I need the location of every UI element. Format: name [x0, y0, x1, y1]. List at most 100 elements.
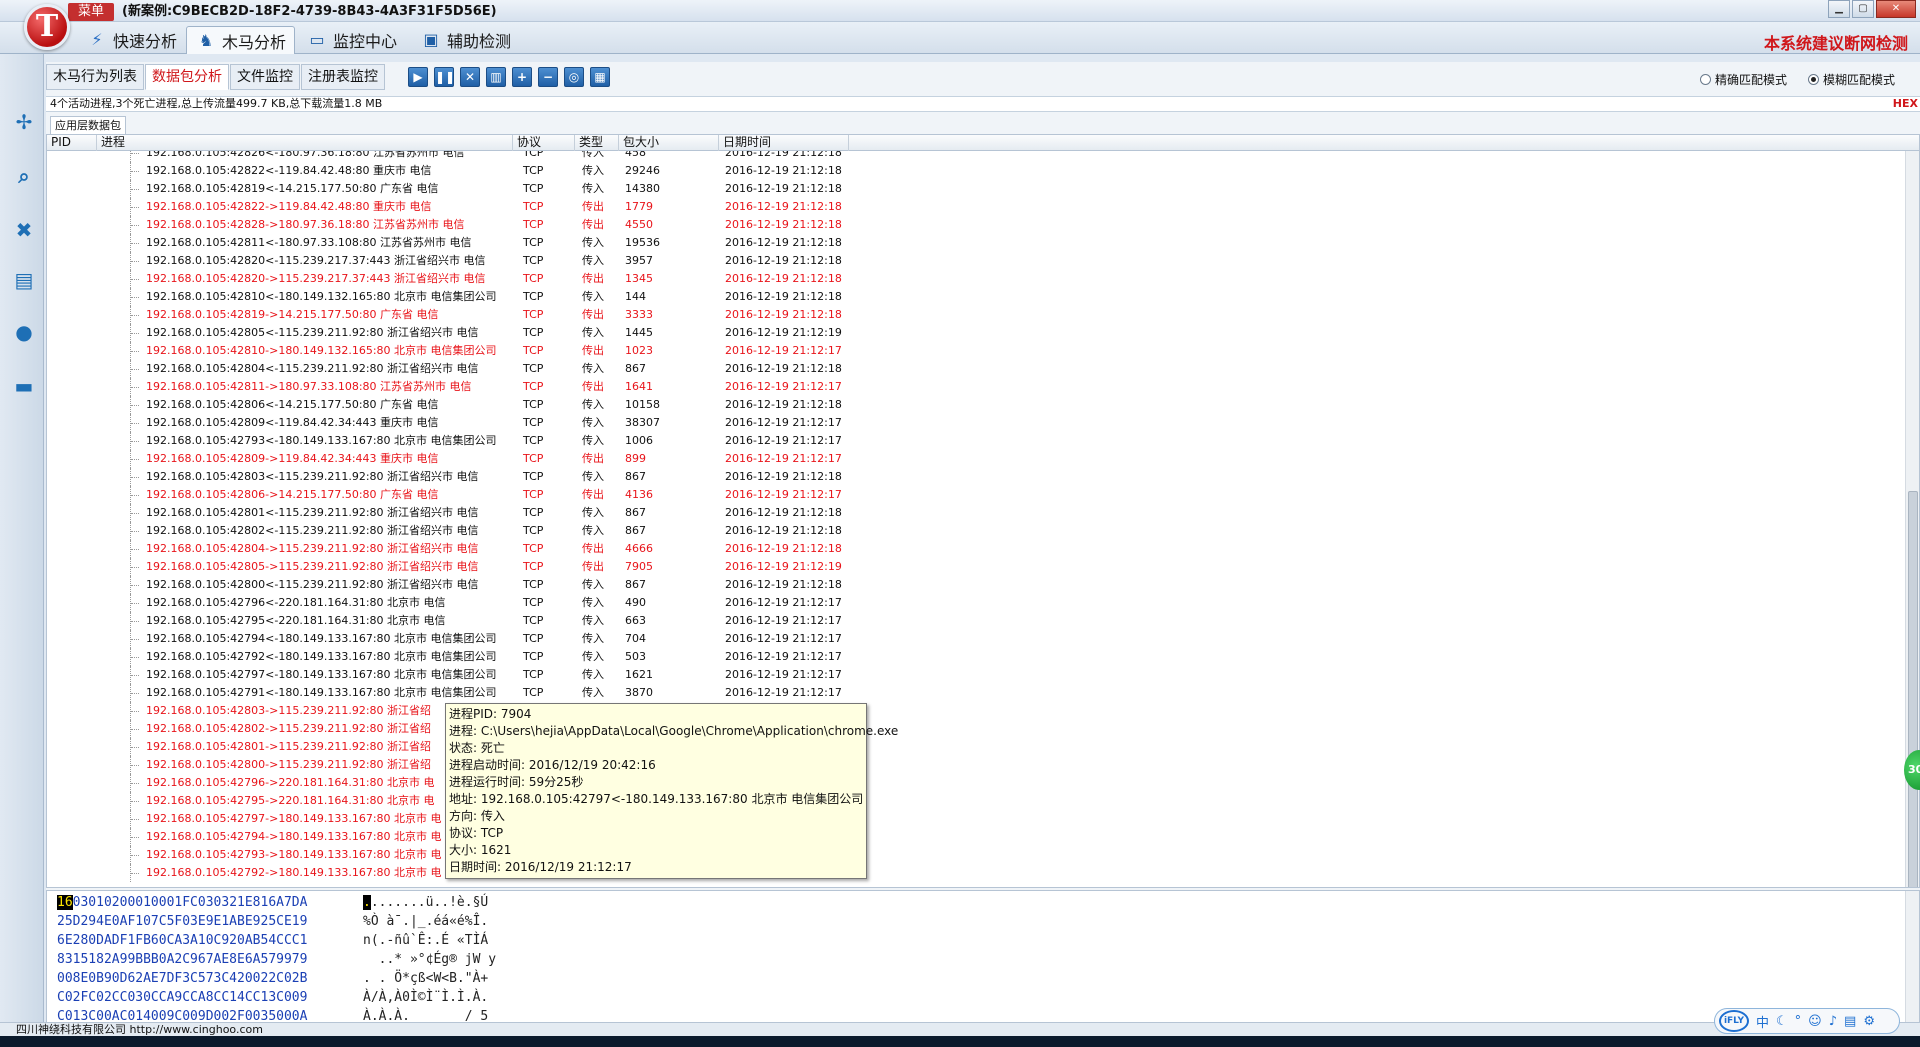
table-row[interactable]: 192.168.0.105:42820->115.239.217.37:443 …	[47, 270, 1867, 288]
emoji-icon[interactable]: ☺	[1808, 1014, 1822, 1029]
tab-packet-analysis[interactable]: 数据包分析	[145, 64, 229, 90]
tab-aux-detection[interactable]: ▣ 辅助检测	[412, 26, 519, 54]
fan-icon[interactable]: ✢	[12, 110, 36, 134]
table-row[interactable]: 192.168.0.105:42822->119.84.42.48:80 重庆市…	[47, 198, 1867, 216]
chat-icon[interactable]: ▬	[12, 374, 36, 398]
table-row[interactable]: 192.168.0.105:42794->180.149.133.167:80 …	[47, 828, 1867, 846]
table-row[interactable]: 192.168.0.105:42828->180.97.36.18:80 江苏省…	[47, 216, 1867, 234]
table-row[interactable]: 192.168.0.105:42792->180.149.133.167:80 …	[47, 864, 1867, 882]
play-icon[interactable]: ▶	[408, 67, 428, 87]
table-row[interactable]: 192.168.0.105:42804->115.239.211.92:80 浙…	[47, 540, 1867, 558]
col-size[interactable]: 包大小	[619, 135, 719, 151]
table-row[interactable]: 192.168.0.105:42793<-180.149.133.167:80 …	[47, 432, 1867, 450]
screen-icon[interactable]: ▤	[12, 268, 36, 292]
keyboard-icon[interactable]: ▤	[1844, 1014, 1856, 1029]
hex-scrollbar[interactable]	[1905, 891, 1919, 1031]
col-datetime[interactable]: 日期时间	[719, 135, 849, 151]
table-row[interactable]: 192.168.0.105:42820<-115.239.217.37:443 …	[47, 252, 1867, 270]
hex-line[interactable]: 008E0B90D62AE7DF3C573C420022C02B	[57, 969, 307, 988]
scroll-thumb[interactable]	[1908, 491, 1918, 887]
fuzzy-match-mode[interactable]: 模糊匹配模式	[1808, 71, 1895, 88]
punct-icon[interactable]: °	[1795, 1014, 1802, 1029]
table-row[interactable]: 192.168.0.105:42805->115.239.211.92:80 浙…	[47, 558, 1867, 576]
table-row[interactable]: 192.168.0.105:42793->180.149.133.167:80 …	[47, 846, 1867, 864]
maximize-icon[interactable]: ▢	[1852, 0, 1874, 18]
ascii-line[interactable]: %Ò à¯.|_.éá«é%Î.	[363, 912, 496, 931]
search-icon[interactable]: ⌕	[12, 164, 36, 188]
tab-monitor-center[interactable]: ▭ 监控中心	[298, 26, 405, 54]
table-row[interactable]: 192.168.0.105:42810<-180.149.132.165:80 …	[47, 288, 1867, 306]
table-row[interactable]: 192.168.0.105:42801->115.239.211.92:80 浙…	[47, 738, 1867, 756]
table-row[interactable]: 192.168.0.105:42801<-115.239.211.92:80 浙…	[47, 504, 1867, 522]
tab-trojan-behavior-list[interactable]: 木马行为列表	[46, 64, 144, 90]
add-icon[interactable]: +	[512, 67, 532, 87]
table-row[interactable]: 192.168.0.105:42819<-14.215.177.50:80 广东…	[47, 180, 1867, 198]
table-row[interactable]: 192.168.0.105:42819->14.215.177.50:80 广东…	[47, 306, 1867, 324]
ascii-line[interactable]: À/À,À0Ì©Ì¨Ì.Ì.À.	[363, 988, 496, 1007]
col-protocol[interactable]: 协议	[513, 135, 575, 151]
col-process[interactable]: 进程	[97, 135, 513, 151]
col-type[interactable]: 类型	[575, 135, 619, 151]
table-row[interactable]: 192.168.0.105:42792<-180.149.133.167:80 …	[47, 648, 1867, 666]
hex-line[interactable]: 6E280DADF1FB60CA3A10C920AB54CCC1	[57, 931, 307, 950]
panel-icon[interactable]: ▦	[590, 67, 610, 87]
hex-line[interactable]: 8315182A99BBB0A2C967AE8E6A579979	[57, 950, 307, 969]
table-row[interactable]: 192.168.0.105:42791<-180.149.133.167:80 …	[47, 684, 1867, 702]
hex-line[interactable]: C02FC02CC030CCA9CCA8CC14CC13C009	[57, 988, 307, 1007]
exact-match-mode[interactable]: 精确匹配模式	[1700, 71, 1787, 88]
close-icon[interactable]: ✕	[1876, 0, 1916, 18]
hex-cursor[interactable]: 16	[57, 895, 73, 910]
table-row[interactable]: 192.168.0.105:42794<-180.149.133.167:80 …	[47, 630, 1867, 648]
gear-icon[interactable]: ⚙	[1863, 1014, 1875, 1029]
table-row[interactable]: 192.168.0.105:42795<-220.181.164.31:80 北…	[47, 612, 1867, 630]
exact-radio[interactable]	[1700, 74, 1711, 85]
hex-line[interactable]: 25D294E0AF107C5F03E9E1ABE925CE19	[57, 912, 307, 931]
settings-icon[interactable]: ◎	[564, 67, 584, 87]
table-row[interactable]: 192.168.0.105:42796<-220.181.164.31:80 北…	[47, 594, 1867, 612]
ime-lang[interactable]: 中	[1756, 1012, 1769, 1031]
delete-icon[interactable]: ▥	[486, 67, 506, 87]
hex-line[interactable]: 1603010200010001FC030321E816A7DA	[57, 893, 307, 912]
minus-icon[interactable]: −	[538, 67, 558, 87]
pause-icon[interactable]: ❚❚	[434, 67, 455, 87]
table-row[interactable]: 192.168.0.105:42822<-119.84.42.48:80 重庆市…	[47, 162, 1867, 180]
table-row[interactable]: 192.168.0.105:42809<-119.84.42.34:443 重庆…	[47, 414, 1867, 432]
table-row[interactable]: 192.168.0.105:42806<-14.215.177.50:80 广东…	[47, 396, 1867, 414]
table-row[interactable]: 192.168.0.105:42811->180.97.33.108:80 江苏…	[47, 378, 1867, 396]
table-row[interactable]: 192.168.0.105:42809->119.84.42.34:443 重庆…	[47, 450, 1867, 468]
table-row[interactable]: 192.168.0.105:42800->115.239.211.92:80 浙…	[47, 756, 1867, 774]
ascii-line[interactable]: n(.-ñû`Ê:.É «TÌÁ	[363, 931, 496, 950]
ascii-cursor[interactable]: .	[363, 895, 371, 910]
table-row[interactable]: 192.168.0.105:42803<-115.239.211.92:80 浙…	[47, 468, 1867, 486]
stop-icon[interactable]: ✕	[460, 67, 480, 87]
fuzzy-radio[interactable]	[1808, 74, 1819, 85]
table-row[interactable]: 192.168.0.105:42810->180.149.132.165:80 …	[47, 342, 1867, 360]
hex-toggle[interactable]: HEX	[1893, 97, 1918, 111]
tab-file-monitor[interactable]: 文件监控	[230, 64, 300, 90]
table-row[interactable]: 192.168.0.105:42796->220.181.164.31:80 北…	[47, 774, 1867, 792]
table-row[interactable]: 192.168.0.105:42797->180.149.133.167:80 …	[47, 810, 1867, 828]
table-row[interactable]: 192.168.0.105:42795->220.181.164.31:80 北…	[47, 792, 1867, 810]
table-row[interactable]: 192.168.0.105:42802->115.239.211.92:80 浙…	[47, 720, 1867, 738]
ascii-line[interactable]: . . Ö*çß<W<B."À+	[363, 969, 496, 988]
user-icon[interactable]: ●	[12, 320, 36, 344]
table-row[interactable]: 192.168.0.105:42797<-180.149.133.167:80 …	[47, 666, 1867, 684]
ascii-line[interactable]: ..* »°¢Ég® jW y	[363, 950, 496, 969]
table-row[interactable]: 192.168.0.105:42804<-115.239.211.92:80 浙…	[47, 360, 1867, 378]
table-row[interactable]: 192.168.0.105:42803->115.239.211.92:80 浙…	[47, 702, 1867, 720]
mic-icon[interactable]: ♪	[1829, 1014, 1837, 1029]
tab-registry-monitor[interactable]: 注册表监控	[301, 64, 385, 90]
tab-app-layer-packets[interactable]: 应用层数据包	[50, 116, 126, 134]
minimize-icon[interactable]: ▁	[1828, 0, 1850, 18]
table-row[interactable]: 192.168.0.105:42802<-115.239.211.92:80 浙…	[47, 522, 1867, 540]
table-row[interactable]: 192.168.0.105:42806->14.215.177.50:80 广东…	[47, 486, 1867, 504]
moon-icon[interactable]: ☾	[1776, 1014, 1788, 1029]
table-row[interactable]: 192.168.0.105:42805<-115.239.211.92:80 浙…	[47, 324, 1867, 342]
ascii-line[interactable]: ........ü..!è.§Ú	[363, 893, 496, 912]
table-row[interactable]: 192.168.0.105:42811<-180.97.33.108:80 江苏…	[47, 234, 1867, 252]
menu-button[interactable]: 菜单	[68, 3, 114, 21]
col-pid[interactable]: PID	[47, 135, 97, 151]
tools-icon[interactable]: ✖	[12, 218, 36, 242]
tab-quick-analysis[interactable]: ⚡ 快速分析	[78, 26, 185, 54]
table-row[interactable]: 192.168.0.105:42800<-115.239.211.92:80 浙…	[47, 576, 1867, 594]
